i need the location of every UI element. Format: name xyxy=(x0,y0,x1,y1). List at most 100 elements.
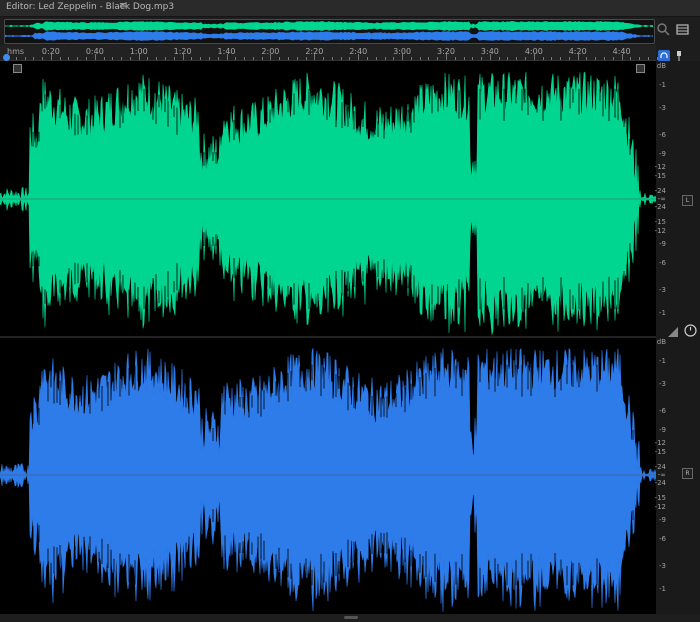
ruler-tick xyxy=(489,54,491,60)
db-scale-label: -6 xyxy=(659,131,666,139)
ruler-tick xyxy=(50,54,52,60)
ruler-tick xyxy=(577,54,579,60)
channel-right-badge[interactable]: R xyxy=(682,468,693,479)
zoom-icon[interactable] xyxy=(656,22,671,37)
ruler-tick xyxy=(472,57,474,60)
ruler-tick xyxy=(94,54,96,60)
ruler-tick xyxy=(252,57,254,60)
ruler-tick xyxy=(516,57,518,60)
channel-waveform-R xyxy=(0,347,656,612)
ruler-tick xyxy=(200,57,202,60)
waveform-display[interactable] xyxy=(0,61,656,614)
ruler-tick xyxy=(86,57,88,60)
ruler-tick xyxy=(358,54,360,60)
ruler-tick xyxy=(437,57,439,60)
clock-icon[interactable] xyxy=(684,322,697,337)
playhead-marker[interactable] xyxy=(3,54,10,61)
channel-waveform-L xyxy=(0,71,656,335)
ruler-tick xyxy=(235,57,237,60)
ruler-tick xyxy=(551,57,553,60)
ruler-tick xyxy=(33,57,35,60)
horizontal-scroll-thumb[interactable] xyxy=(344,616,358,619)
ruler-tick xyxy=(630,57,632,60)
fade-out-handle-icon[interactable] xyxy=(636,64,645,73)
db-scale-label: -15 xyxy=(654,171,666,180)
ruler-tick xyxy=(525,57,527,60)
ruler-tick xyxy=(621,54,623,60)
ruler-tick xyxy=(604,57,606,60)
ruler-tick xyxy=(612,57,614,60)
ruler-tick xyxy=(261,57,263,60)
db-scale-label: dB xyxy=(656,338,666,346)
editor-title: Editor: Led Zeppelin - Black Dog.mp3 xyxy=(6,2,175,12)
db-scale-label: -6 xyxy=(659,407,666,415)
ruler-tick xyxy=(77,57,79,60)
ruler-tick xyxy=(331,57,333,60)
ruler-tick xyxy=(103,57,105,60)
hamburger-icon[interactable]: ≡ xyxy=(119,1,127,11)
ruler-tick xyxy=(173,57,175,60)
fade-in-handle-icon[interactable] xyxy=(13,64,22,73)
db-scale-label: -3 xyxy=(659,285,666,294)
db-scale-label: dB xyxy=(656,62,666,70)
db-scale-label: -15 xyxy=(654,218,666,227)
overview-waveform-graphic xyxy=(5,21,653,41)
db-scale-label: -15 xyxy=(654,447,666,456)
ruler-tick xyxy=(542,57,544,60)
db-scale-label: -3 xyxy=(659,561,666,570)
ruler-tick xyxy=(463,57,465,60)
ruler-tick xyxy=(481,57,483,60)
amplitude-scale: L R dB -1 -3 -6 -9 -12 -15 -24 -∞ -24 -15 -12 -9 -6 -3… xyxy=(654,61,700,614)
db-scale-label: -3 xyxy=(659,380,666,389)
ruler-tick xyxy=(533,54,535,60)
db-scale-label: -12 xyxy=(654,503,666,511)
ruler-tick xyxy=(217,57,219,60)
ruler-tick xyxy=(647,57,649,60)
editor-titlebar: Editor: Led Zeppelin - Black Dog.mp3 ≡ xyxy=(0,0,700,17)
time-ruler[interactable]: hms 0:20 0:40 1:00 1:20 1:40 2:00 2:20 2:40 3:00… xyxy=(0,45,667,61)
db-scale-label: -15 xyxy=(654,494,666,503)
ruler-unit-label: hms xyxy=(7,47,25,56)
overview-waveform[interactable] xyxy=(4,19,655,44)
panel-toggle-icon[interactable] xyxy=(675,22,690,37)
ruler-tick xyxy=(24,57,26,60)
ruler-tick xyxy=(226,54,228,60)
ruler-tick xyxy=(279,57,281,60)
db-scale-label: -9 xyxy=(659,150,666,159)
db-scale-label: -12 xyxy=(654,163,666,171)
db-scale-label: -1 xyxy=(659,584,666,593)
channel-left-badge[interactable]: L xyxy=(682,195,693,206)
ruler-tick xyxy=(507,57,509,60)
ruler-tick xyxy=(446,54,447,60)
ruler-tick xyxy=(560,57,562,60)
db-scale-label: -6 xyxy=(659,535,666,543)
ruler-tick xyxy=(182,54,184,60)
ruler-tick xyxy=(454,57,456,60)
ruler-tick xyxy=(305,57,307,60)
pin-icon[interactable] xyxy=(674,47,684,61)
ruler-tick xyxy=(147,57,149,60)
db-scale-label: -12 xyxy=(654,439,666,447)
db-scale-label: -9 xyxy=(659,426,666,435)
db-scale-label: -9 xyxy=(659,239,666,248)
ruler-tick xyxy=(586,57,588,60)
ruler-tick xyxy=(568,57,570,60)
db-scale-label: -1 xyxy=(659,357,666,366)
ruler-tick xyxy=(366,57,368,60)
stereo-waveform xyxy=(0,71,656,612)
ruler-tick xyxy=(42,57,44,60)
volume-icon[interactable] xyxy=(667,323,679,337)
ruler-tick xyxy=(287,57,289,60)
ruler-tick xyxy=(595,57,597,60)
ruler-tick xyxy=(349,57,351,60)
ruler-tick xyxy=(191,57,193,60)
db-scale-label: -9 xyxy=(659,515,666,524)
ruler-tick xyxy=(138,54,140,60)
ruler-tick xyxy=(419,57,421,60)
headphones-icon[interactable] xyxy=(658,47,670,62)
ruler-tick xyxy=(121,57,123,60)
ruler-tick xyxy=(375,57,377,60)
db-scale-label: -1 xyxy=(659,308,666,317)
ruler-tick xyxy=(639,57,641,60)
ruler-tick xyxy=(156,57,158,60)
